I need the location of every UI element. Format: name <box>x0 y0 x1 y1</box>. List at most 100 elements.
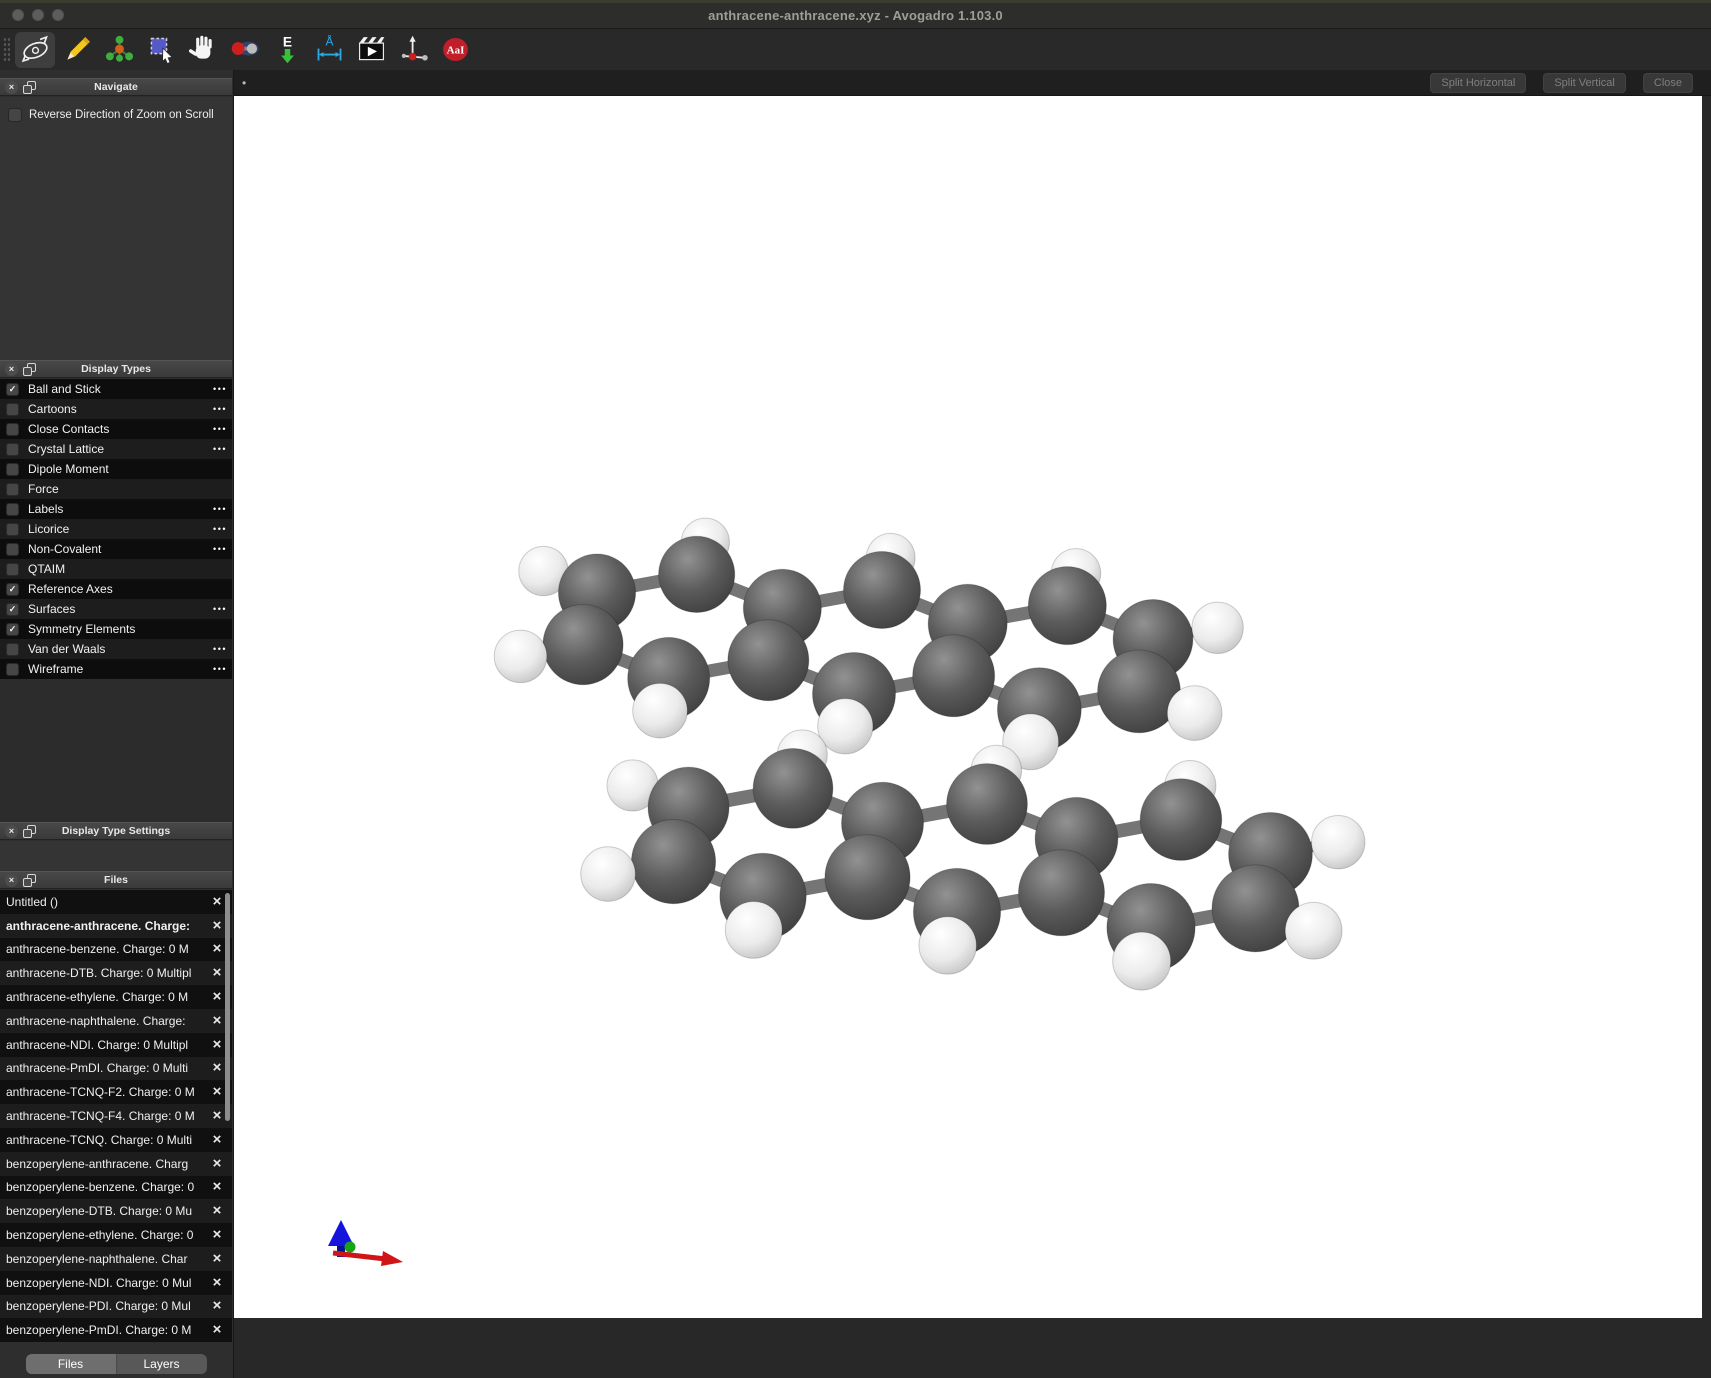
float-panel-icon[interactable] <box>23 81 36 94</box>
display-type-row-reference-axes[interactable]: ✓Reference Axes <box>0 579 232 599</box>
close-panel-icon[interactable]: × <box>5 81 18 94</box>
carbon-atom[interactable] <box>631 820 715 904</box>
display-type-row-surfaces[interactable]: ✓Surfaces••• <box>0 599 232 619</box>
hydrogen-atom[interactable] <box>633 683 688 738</box>
file-row-benzoperylene-pmdi[interactable]: benzoperylene-PmDI. Charge: 0 M× <box>0 1318 232 1342</box>
file-row-anthracene-tcnq-f4[interactable]: anthracene-TCNQ-F4. Charge: 0 M× <box>0 1104 232 1128</box>
file-close-icon[interactable]: × <box>208 1321 226 1339</box>
file-row-benzoperylene-ndi[interactable]: benzoperylene-NDI. Charge: 0 Mul× <box>0 1271 232 1295</box>
display-type-row-dipole-moment[interactable]: Dipole Moment <box>0 459 232 479</box>
split-horizontal-button[interactable]: Split Horizontal <box>1430 73 1526 93</box>
file-close-icon[interactable]: × <box>208 964 226 982</box>
display-type-checkbox[interactable] <box>6 523 19 536</box>
close-panel-icon[interactable]: × <box>5 363 18 376</box>
manipulate-tool[interactable] <box>183 32 223 68</box>
file-close-icon[interactable]: × <box>208 1202 226 1220</box>
display-type-checkbox[interactable] <box>6 423 19 436</box>
close-panel-icon[interactable]: × <box>5 874 18 887</box>
view-tab-dot[interactable]: • <box>242 76 246 90</box>
display-type-checkbox[interactable]: ✓ <box>6 603 19 616</box>
file-row-anthracene-anthracene[interactable]: anthracene-anthracene. Charge:× <box>0 914 232 938</box>
file-close-icon[interactable]: × <box>208 1297 226 1315</box>
display-type-row-van-der-waals[interactable]: Van der Waals••• <box>0 639 232 659</box>
carbon-atom[interactable] <box>1018 850 1104 936</box>
zoom-window-button[interactable] <box>52 9 64 21</box>
file-close-icon[interactable]: × <box>208 1107 226 1125</box>
hydrogen-atom[interactable] <box>1312 815 1365 868</box>
measure-tool[interactable]: Å <box>309 32 349 68</box>
file-close-icon[interactable]: × <box>208 893 226 911</box>
float-panel-icon[interactable] <box>23 825 36 838</box>
reverse-zoom-checkbox[interactable] <box>8 108 22 122</box>
display-type-checkbox[interactable] <box>6 643 19 656</box>
more-options-button[interactable]: ••• <box>213 544 227 554</box>
split-vertical-button[interactable]: Split Vertical <box>1543 73 1626 93</box>
file-row-anthracene-naphthalene[interactable]: anthracene-naphthalene. Charge:× <box>0 1009 232 1033</box>
file-close-icon[interactable]: × <box>208 1131 226 1149</box>
file-close-icon[interactable]: × <box>208 1036 226 1054</box>
files-scrollbar[interactable] <box>225 893 230 1121</box>
bond-centric-manipulate-tool[interactable] <box>225 32 265 68</box>
file-row-anthracene-ethylene[interactable]: anthracene-ethylene. Charge: 0 M× <box>0 985 232 1009</box>
file-row-anthracene-pmdi[interactable]: anthracene-PmDI. Charge: 0 Multi× <box>0 1057 232 1081</box>
more-options-button[interactable]: ••• <box>213 644 227 654</box>
file-close-icon[interactable]: × <box>208 1012 226 1030</box>
file-row-benzoperylene-pdi[interactable]: benzoperylene-PDI. Charge: 0 Mul× <box>0 1295 232 1319</box>
carbon-atom[interactable] <box>753 749 833 829</box>
more-options-button[interactable]: ••• <box>213 504 227 514</box>
minimize-window-button[interactable] <box>32 9 44 21</box>
close-window-button[interactable] <box>12 9 24 21</box>
animation-tool[interactable] <box>351 32 391 68</box>
anthracene-molecule-1[interactable] <box>494 518 1243 770</box>
display-type-checkbox[interactable] <box>6 563 19 576</box>
more-options-button[interactable]: ••• <box>213 524 227 534</box>
file-row-anthracene-benzene[interactable]: anthracene-benzene. Charge: 0 M× <box>0 938 232 962</box>
display-type-row-cartoons[interactable]: Cartoons••• <box>0 399 232 419</box>
select-tool[interactable] <box>141 32 181 68</box>
navigate-tool[interactable] <box>15 32 55 68</box>
file-row-benzoperylene-anthracene[interactable]: benzoperylene-anthracene. Charg× <box>0 1152 232 1176</box>
file-row-benzoperylene-naphthalene[interactable]: benzoperylene-naphthalene. Char× <box>0 1247 232 1271</box>
carbon-atom[interactable] <box>825 835 910 920</box>
titlebar[interactable]: anthracene-anthracene.xyz - Avogadro 1.1… <box>0 3 1711 29</box>
display-type-checkbox[interactable] <box>6 663 19 676</box>
float-panel-icon[interactable] <box>23 874 36 887</box>
display-type-checkbox[interactable] <box>6 403 19 416</box>
more-options-button[interactable]: ••• <box>213 404 227 414</box>
display-type-checkbox[interactable] <box>6 543 19 556</box>
display-type-row-close-contacts[interactable]: Close Contacts••• <box>0 419 232 439</box>
display-type-checkbox[interactable] <box>6 463 19 476</box>
toolbar-drag-handle[interactable] <box>3 37 10 63</box>
more-options-button[interactable]: ••• <box>213 604 227 614</box>
more-options-button[interactable]: ••• <box>213 384 227 394</box>
file-row-anthracene-dtb[interactable]: anthracene-DTB. Charge: 0 Multipl× <box>0 961 232 985</box>
more-options-button[interactable]: ••• <box>213 444 227 454</box>
template-tool[interactable] <box>99 32 139 68</box>
file-close-icon[interactable]: × <box>208 940 226 958</box>
display-type-checkbox[interactable]: ✓ <box>6 383 19 396</box>
gl-viewport[interactable] <box>234 96 1702 1318</box>
file-close-icon[interactable]: × <box>208 1226 226 1244</box>
file-close-icon[interactable]: × <box>208 1083 226 1101</box>
file-row-benzoperylene-ethylene[interactable]: benzoperylene-ethylene. Charge: 0× <box>0 1223 232 1247</box>
file-row-anthracene-tcnq-f2[interactable]: anthracene-TCNQ-F2. Charge: 0 M× <box>0 1080 232 1104</box>
hydrogen-atom[interactable] <box>494 630 547 683</box>
display-type-checkbox[interactable] <box>6 503 19 516</box>
file-row-anthracene-tcnq[interactable]: anthracene-TCNQ. Charge: 0 Multi× <box>0 1128 232 1152</box>
file-close-icon[interactable]: × <box>208 1059 226 1077</box>
hydrogen-atom[interactable] <box>1113 932 1171 990</box>
display-type-row-crystal-lattice[interactable]: Crystal Lattice••• <box>0 439 232 459</box>
anthracene-molecule-2[interactable] <box>581 730 1365 990</box>
file-row-benzoperylene-benzene[interactable]: benzoperylene-benzene. Charge: 0× <box>0 1176 232 1200</box>
display-type-checkbox[interactable]: ✓ <box>6 583 19 596</box>
display-type-row-symmetry-elements[interactable]: ✓Symmetry Elements <box>0 619 232 639</box>
hydrogen-atom[interactable] <box>1192 602 1243 653</box>
file-close-icon[interactable]: × <box>208 1155 226 1173</box>
carbon-atom[interactable] <box>659 536 735 612</box>
carbon-atom[interactable] <box>913 635 995 717</box>
display-type-checkbox[interactable] <box>6 483 19 496</box>
carbon-atom[interactable] <box>728 620 809 701</box>
file-close-icon[interactable]: × <box>208 988 226 1006</box>
file-close-icon[interactable]: × <box>208 1178 226 1196</box>
hydrogen-atom[interactable] <box>581 847 636 902</box>
